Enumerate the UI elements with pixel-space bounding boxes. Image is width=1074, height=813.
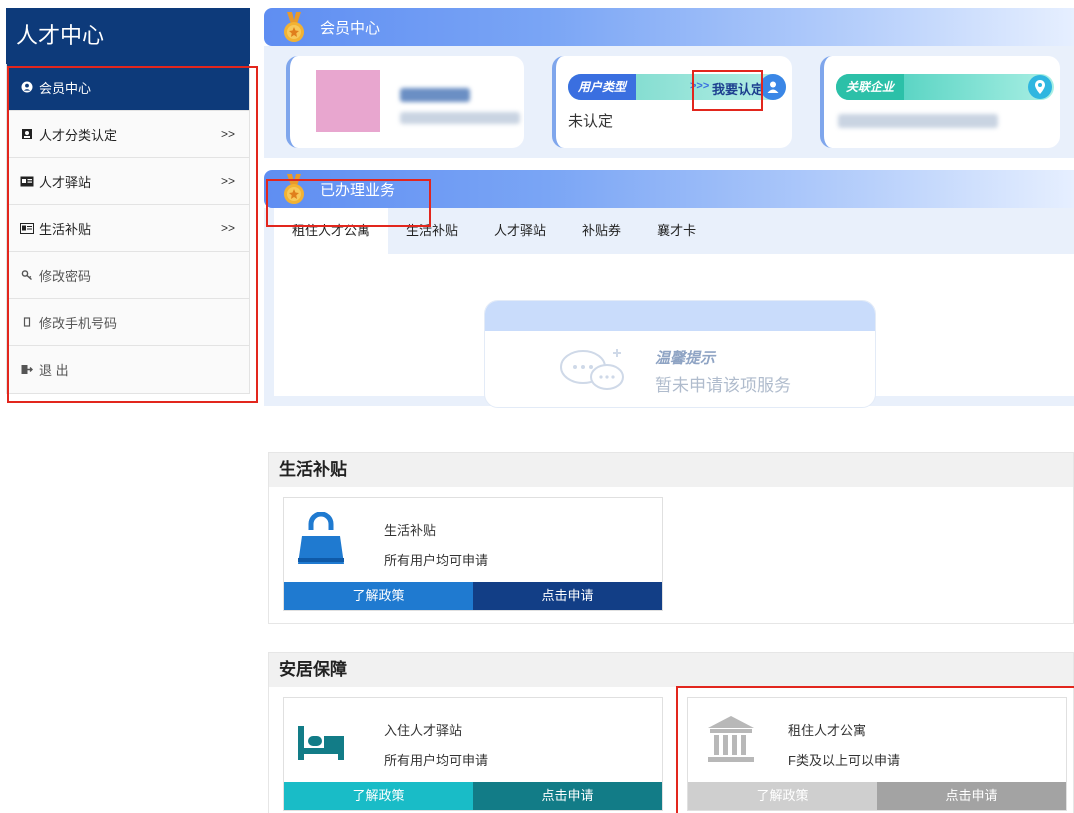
userinfo-blurred <box>400 112 520 124</box>
sidebar-item-arrow: >> <box>220 127 235 141</box>
member-panel: 用户类型 >>> 我要认定 未认定 关联企业 <box>264 46 1074 158</box>
sidebar-item-label: 生活补贴 <box>39 221 92 237</box>
card-desc: 所有用户均可申请 <box>384 553 489 568</box>
sidebar-item-label: 人才分类认定 <box>39 127 118 143</box>
building-icon <box>708 716 754 762</box>
business-header: 已办理业务 <box>264 170 1074 208</box>
card-icon <box>19 222 35 234</box>
living-subsidy-card: 生活补贴 所有用户均可申请 了解政策 点击申请 <box>283 497 663 611</box>
sidebar-item-change-phone[interactable]: 修改手机号码 <box>7 299 249 346</box>
tip-header <box>485 301 875 331</box>
card-desc: F类及以上可以申请 <box>788 753 900 768</box>
company-pill: 关联企业 <box>836 74 1054 100</box>
phone-icon <box>19 316 35 328</box>
card-name: 租住人才公寓 <box>788 723 867 738</box>
learn-policy-button[interactable]: 了解政策 <box>284 582 473 610</box>
tab-apartment[interactable]: 租住人才公寓 <box>274 208 389 254</box>
bed-icon <box>298 726 344 760</box>
certification-status: 未认定 <box>568 113 614 130</box>
key-icon <box>19 269 35 281</box>
sidebar-item-member-center[interactable]: 会员中心 <box>7 64 249 111</box>
user-circle-icon <box>19 81 35 93</box>
tab-talent-card[interactable]: 襄才卡 <box>639 208 714 254</box>
sidebar-item-talent-station[interactable]: 人才驿站 >> <box>7 158 249 205</box>
section-title: 生活补贴 <box>269 453 1073 487</box>
card-name: 生活补贴 <box>384 523 437 538</box>
sidebar-item-label: 修改手机号码 <box>39 315 118 331</box>
card-name: 入住人才驿站 <box>384 723 463 738</box>
certify-link[interactable]: 我要认定 <box>712 79 764 98</box>
member-center-title: 会员中心 <box>320 19 381 37</box>
tip-title: 温馨提示 <box>655 350 716 367</box>
user-type-card: 用户类型 >>> 我要认定 未认定 <box>552 56 792 148</box>
medal-icon <box>284 12 304 42</box>
empty-state-tip: 温馨提示 暂未申请该项服务 <box>484 300 876 408</box>
sidebar-item-living-subsidy[interactable]: 生活补贴 >> <box>7 205 249 252</box>
sidebar-item-label: 会员中心 <box>39 80 92 96</box>
tab-living-subsidy[interactable]: 生活补贴 <box>388 208 476 254</box>
chat-bubbles-icon <box>560 349 624 390</box>
profile-card <box>286 56 524 148</box>
company-label: 关联企业 <box>836 74 905 100</box>
medal-icon <box>284 174 304 204</box>
sidebar-item-logout[interactable]: 退 出 <box>7 346 249 393</box>
sidebar-item-change-password[interactable]: 修改密码 <box>7 252 249 299</box>
arrow-text: >>> <box>690 80 710 92</box>
apply-button[interactable]: 点击申请 <box>473 582 662 610</box>
business-tabs: 租住人才公寓 生活补贴 人才驿站 补贴券 襄才卡 <box>274 208 1074 254</box>
company-name-blurred <box>838 114 998 128</box>
shopping-bag-icon <box>298 512 344 564</box>
sidebar: 人才中心 会员中心 人才分类认定 >> 人才驿站 >> 生活补贴 >> 修改密码… <box>6 8 250 394</box>
tip-text: 暂未申请该项服务 <box>655 376 791 395</box>
sidebar-menu: 会员中心 人才分类认定 >> 人才驿站 >> 生活补贴 >> 修改密码 修改手机… <box>6 64 250 394</box>
business-title: 已办理业务 <box>320 181 396 199</box>
user-icon <box>760 74 786 100</box>
tab-subsidy-voucher[interactable]: 补贴券 <box>564 208 639 254</box>
sidebar-title: 人才中心 <box>6 8 250 64</box>
id-card-icon <box>19 176 35 187</box>
user-type-pill: 用户类型 >>> 我要认定 <box>568 74 786 100</box>
sidebar-item-label: 修改密码 <box>39 268 92 284</box>
card-desc: 所有用户均可申请 <box>384 753 489 768</box>
avatar <box>316 70 380 132</box>
sidebar-item-talent-certify[interactable]: 人才分类认定 >> <box>7 111 249 158</box>
location-pin-icon <box>1028 75 1052 99</box>
sidebar-item-arrow: >> <box>220 221 235 235</box>
person-badge-icon <box>19 128 35 140</box>
housing-section: 安居保障 入住人才驿站 所有用户均可申请 了解政策 点击申请 租住人才公寓 F类… <box>268 652 1074 813</box>
apply-button[interactable]: 点击申请 <box>473 782 662 810</box>
talent-station-card: 入住人才驿站 所有用户均可申请 了解政策 点击申请 <box>283 697 663 811</box>
apply-button[interactable]: 点击申请 <box>877 782 1066 810</box>
user-type-label: 用户类型 <box>568 74 637 100</box>
tab-talent-station[interactable]: 人才驿站 <box>476 208 564 254</box>
card-buttons: 了解政策 点击申请 <box>284 582 662 610</box>
section-title: 安居保障 <box>269 653 1073 687</box>
card-buttons: 了解政策 点击申请 <box>688 782 1066 810</box>
member-center-header: 会员中心 <box>264 8 1074 46</box>
sidebar-item-label: 人才驿站 <box>39 174 92 190</box>
living-subsidy-section: 生活补贴 生活补贴 所有用户均可申请 了解政策 点击申请 <box>268 452 1074 624</box>
sidebar-item-label: 退 出 <box>39 363 69 378</box>
company-card: 关联企业 <box>820 56 1060 148</box>
sidebar-item-arrow: >> <box>220 174 235 188</box>
learn-policy-button[interactable]: 了解政策 <box>688 782 877 810</box>
learn-policy-button[interactable]: 了解政策 <box>284 782 473 810</box>
card-buttons: 了解政策 点击申请 <box>284 782 662 810</box>
talent-apartment-card: 租住人才公寓 F类及以上可以申请 了解政策 点击申请 <box>687 697 1067 811</box>
username-blurred <box>400 88 470 102</box>
logout-icon <box>19 364 35 375</box>
